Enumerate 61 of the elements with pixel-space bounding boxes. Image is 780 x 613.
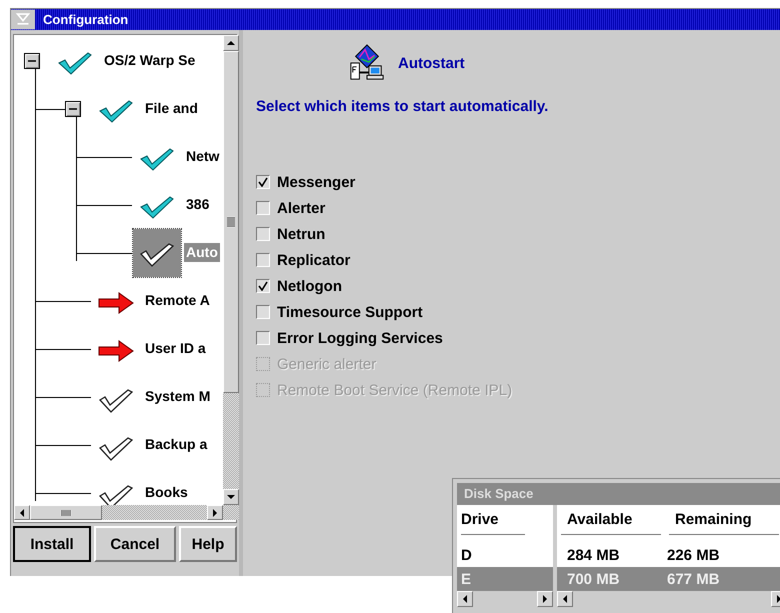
scroll-thumb[interactable] (223, 51, 239, 393)
vertical-scrollbar[interactable] (223, 35, 239, 505)
scroll-left-button[interactable] (557, 591, 573, 607)
checkbox[interactable]: Alerter (256, 195, 780, 221)
push-button[interactable]: Install (13, 526, 91, 562)
scroll-up-button[interactable] (223, 35, 239, 51)
table-row[interactable]: D (457, 543, 553, 567)
tree-item[interactable]: Remote A (143, 291, 212, 310)
check-mark-icon (258, 281, 268, 291)
column-header: Remaining (669, 505, 779, 535)
column-header: Available (561, 505, 661, 535)
checkbox[interactable]: Replicator (256, 247, 780, 273)
tree-item[interactable]: File and (143, 99, 200, 118)
tree-item[interactable]: Backup a (143, 435, 210, 454)
scroll-right-button[interactable] (207, 505, 223, 520)
checkbox[interactable]: Netlogon (256, 273, 780, 299)
tree-item[interactable]: System M (143, 387, 212, 406)
horizontal-scrollbar[interactable] (14, 505, 239, 520)
scroll-thumb[interactable] (30, 505, 102, 520)
check-icon (139, 194, 175, 220)
tree-item[interactable]: Netw (184, 147, 222, 166)
check-icon (98, 98, 134, 124)
arrow-left-icon (562, 595, 568, 603)
table-row[interactable]: 284 MB 226 MB (557, 543, 780, 567)
scroll-left-button[interactable] (14, 505, 30, 520)
collapse-toggle[interactable] (24, 53, 40, 69)
arrow-icon (98, 340, 134, 362)
arrow-down-icon (227, 494, 235, 500)
checkbox[interactable]: Messenger (256, 169, 780, 195)
horizontal-scrollbar[interactable] (457, 591, 553, 607)
check-mark-icon (258, 177, 268, 187)
window-title: Configuration (42, 12, 128, 27)
scroll-left-button[interactable] (457, 591, 473, 607)
checkbox[interactable]: Timesource Support (256, 299, 780, 325)
arrow-left-icon (462, 595, 468, 603)
checkbox[interactable]: Error Logging Services (256, 325, 780, 351)
arrow-left-icon (19, 508, 25, 516)
horizontal-scrollbar[interactable] (557, 591, 780, 607)
push-button[interactable]: Cancel (94, 526, 176, 562)
scrollbar-corner (223, 505, 239, 520)
window-title: Disk Space (457, 483, 780, 505)
system-menu-icon[interactable] (11, 9, 35, 30)
push-button[interactable]: Help (179, 526, 237, 562)
scroll-right-button[interactable] (537, 591, 553, 607)
arrow-right-icon (542, 595, 548, 603)
computer-network-icon (348, 44, 386, 82)
collapse-toggle[interactable] (65, 101, 81, 117)
checkbox[interactable]: Netrun (256, 221, 780, 247)
arrow-right-icon (212, 508, 218, 516)
tree-item[interactable]: 386 (184, 195, 212, 214)
page-title: Autostart (398, 54, 465, 72)
column-header: Drive (461, 505, 525, 535)
tree-item[interactable]: OS/2 Warp Se (102, 51, 198, 70)
arrow-icon (98, 292, 134, 314)
arrow-up-icon (227, 40, 235, 46)
tree-item[interactable]: Books (143, 483, 190, 502)
instruction-text: Select which items to start automatically. (256, 98, 550, 115)
check-icon (57, 50, 93, 76)
scroll-down-button[interactable] (223, 489, 239, 505)
check-icon (139, 146, 175, 172)
tree-item[interactable]: User ID a (143, 339, 208, 358)
